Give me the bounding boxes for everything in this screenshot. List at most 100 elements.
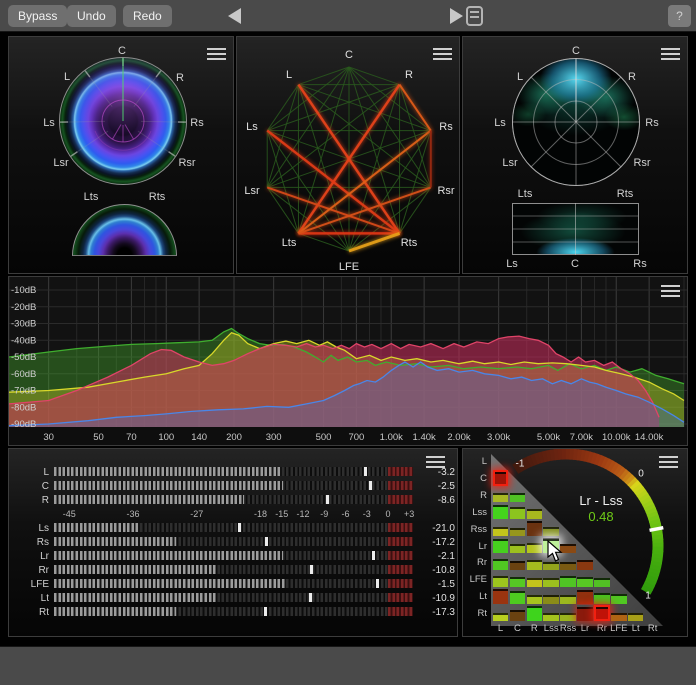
matrix-cell-Lt-Lss[interactable] [543,588,559,604]
matrix-cell-Rt-Lss[interactable] [543,605,559,621]
matrix-cell-bar [594,593,610,604]
panel-menu-icon[interactable] [433,48,452,60]
web-node-label-Ls: Ls [246,121,258,133]
matrix-cell-Lss-R[interactable] [527,504,543,520]
matrix-cell-Rss-R[interactable] [527,521,543,537]
matrix-cell-R-C[interactable] [510,487,526,503]
web-node-label-L: L [286,69,292,81]
meter-scale-tick: -3 [363,509,371,519]
web-edge [298,85,349,251]
matrix-cell-Rt-Lr[interactable] [577,605,593,621]
matrix-cell-Rt-Lt[interactable] [628,605,644,621]
matrix-cell-LFE-Rss[interactable] [560,571,576,587]
matrix-cell-bar [560,595,576,604]
matrix-cell-bar [510,493,526,502]
matrix-col-label-Rss: Rss [560,623,576,634]
web-edge [298,85,430,131]
meter-value-Lt: -10.9 [413,593,455,604]
speaker-label-R: R [628,71,636,83]
matrix-cell-Rr-C[interactable] [510,555,526,571]
matrix-cell-R-L[interactable] [493,487,509,503]
panel-menu-icon[interactable] [426,456,445,468]
matrix-row-label-Rt: Rt [465,608,487,619]
speaker-label-Rs: Rs [190,117,203,129]
speaker-label-Rsr: Rsr [178,157,195,169]
play-icon[interactable] [450,8,463,24]
meter-peak-marker [372,551,375,560]
matrix-cell-Rt-L[interactable] [493,605,509,621]
matrix-cell-Lss-C[interactable] [510,504,526,520]
freq-tick-label: 1.00k [380,432,403,443]
matrix-cell-Rt-C[interactable] [510,605,526,621]
meter-red-zone [388,495,413,504]
matrix-cell-bar [543,595,559,603]
matrix-cell-Lt-C[interactable] [510,588,526,604]
panel-menu-icon[interactable] [659,456,678,468]
back-icon[interactable] [228,8,241,24]
meter-fill [54,565,216,574]
matrix-cell-bar [510,544,526,553]
matrix-row-label-Lss: Lss [465,507,487,518]
matrix-cell-Rt-Rss[interactable] [560,605,576,621]
web-node-label-Rs: Rs [439,121,453,133]
matrix-cell-bar [495,472,507,484]
panel-correlation-web: CRRsRsrRtsLFELtsLsrLsL [236,36,460,274]
matrix-cell-LFE-L[interactable] [493,571,509,587]
matrix-cell-Lr-C[interactable] [510,538,526,554]
bypass-button[interactable]: Bypass [8,5,67,27]
matrix-cell-Lt-Lr[interactable] [577,588,593,604]
web-highlight-edge-LFE-Rts [349,233,400,251]
meter-value-Ls: -21.0 [413,523,455,534]
matrix-cell-Lr-R[interactable] [527,538,543,554]
meter-scale-tick: -18 [254,509,267,519]
meter-track-Ls [54,523,413,532]
meter-value-L: -3.2 [413,467,455,478]
matrix-cell-Rss-C[interactable] [510,521,526,537]
matrix-cell-Lt-Rr[interactable] [594,588,610,604]
matrix-cell-bar [577,560,593,570]
matrix-cell-Lr-L[interactable] [493,538,509,554]
matrix-col-label-Lss: Lss [544,623,559,634]
help-button[interactable]: ? [668,5,691,27]
matrix-cell-Rss-L[interactable] [493,521,509,537]
matrix-cell-C-L[interactable] [493,470,509,486]
matrix-cell-LFE-C[interactable] [510,571,526,587]
meter-value-Lr: -2.1 [413,551,455,562]
panel-menu-icon[interactable] [661,285,680,297]
matrix-cell-LFE-R[interactable] [527,571,543,587]
freq-tick-label: 1.40k [413,432,436,443]
panel-menu-icon[interactable] [661,48,680,60]
speaker-label-Ls: Ls [506,258,518,270]
matrix-col-label-R: R [531,623,538,634]
speaker-label-Rs: Rs [633,258,646,270]
matrix-cell-bar [510,507,526,519]
meter-label-Rr: Rr [9,565,49,576]
matrix-cell-LFE-Lss[interactable] [543,571,559,587]
matrix-cell-Lt-LFE[interactable] [611,588,627,604]
matrix-cell-Lt-Rss[interactable] [560,588,576,604]
playlist-icon[interactable] [466,6,483,26]
web-highlight-edge-Rsr-Lts [298,187,430,233]
meter-track-Lr [54,551,413,560]
panel-menu-icon[interactable] [207,48,226,60]
matrix-cell-Rt-R[interactable] [527,605,543,621]
gauge-selected-pair: Lr - Lss [551,493,651,508]
matrix-cell-Rr-L[interactable] [493,555,509,571]
redo-button[interactable]: Redo [123,5,172,27]
matrix-col-label-Lt: Lt [632,623,640,634]
undo-button[interactable]: Undo [67,5,116,27]
matrix-cell-bar [510,577,526,587]
matrix-cell-Rt-Rr[interactable] [594,605,610,621]
matrix-cell-Rr-R[interactable] [527,555,543,571]
matrix-cell-Lt-R[interactable] [527,588,543,604]
matrix-cell-Lt-L[interactable] [493,588,509,604]
meter-label-R: R [9,495,49,506]
matrix-cell-Lss-L[interactable] [493,504,509,520]
matrix-cell-LFE-Lr[interactable] [577,571,593,587]
matrix-cell-Rt-LFE[interactable] [611,605,627,621]
matrix-cell-Rr-Lr[interactable] [577,555,593,571]
meter-track-R [54,495,413,504]
matrix-cell-LFE-Rr[interactable] [594,571,610,587]
meter-fill [54,537,176,546]
web-edge [298,233,349,251]
